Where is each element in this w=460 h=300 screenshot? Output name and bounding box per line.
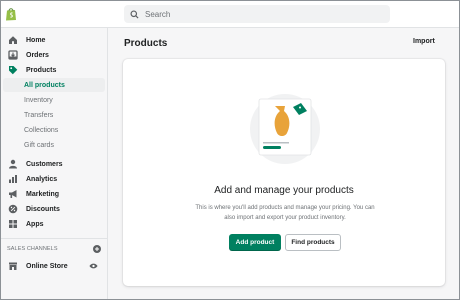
sidebar: Home Orders Products All products Invent…	[1, 28, 108, 299]
sidebar-subitem-label: All products	[24, 81, 65, 89]
add-channel-icon[interactable]	[93, 245, 101, 253]
eye-icon[interactable]	[89, 263, 98, 269]
page-title: Products	[124, 38, 168, 49]
sidebar-subitem-label: Gift cards	[24, 141, 54, 149]
sidebar-divider	[1, 238, 107, 239]
discount-icon	[8, 204, 18, 214]
store-icon	[9, 262, 17, 270]
add-product-button[interactable]: Add product	[229, 234, 281, 251]
sidebar-item-marketing[interactable]: Marketing	[3, 187, 105, 201]
shopify-bag-icon[interactable]	[5, 7, 17, 21]
sidebar-item-label: Customers	[26, 160, 63, 168]
sidebar-item-label: Apps	[26, 220, 44, 228]
sidebar-subitem-label: Inventory	[24, 96, 53, 104]
sidebar-item-label: Discounts	[26, 205, 60, 213]
sidebar-item-home[interactable]: Home	[3, 33, 105, 47]
sidebar-item-label: Home	[26, 36, 46, 44]
app-window: Home Orders Products All products Invent…	[0, 0, 460, 300]
person-icon	[9, 159, 17, 169]
search-icon	[130, 9, 139, 19]
megaphone-icon	[9, 190, 17, 198]
top-bar	[1, 1, 459, 28]
orders-icon	[8, 50, 18, 60]
sidebar-subitem-collections[interactable]: Collections	[3, 123, 105, 137]
sidebar-subitem-label: Collections	[24, 126, 59, 134]
apps-icon	[9, 220, 17, 228]
sidebar-item-analytics[interactable]: Analytics	[3, 172, 105, 186]
sidebar-item-online-store[interactable]: Online Store	[3, 259, 105, 273]
sidebar-item-discounts[interactable]: Discounts	[3, 202, 105, 216]
sidebar-item-label: Marketing	[26, 190, 60, 198]
sidebar-item-label: Orders	[26, 51, 49, 59]
sidebar-item-label: Online Store	[26, 262, 68, 270]
sidebar-item-apps[interactable]: Apps	[3, 217, 105, 231]
sidebar-subitem-all-products[interactable]: All products	[3, 78, 105, 92]
sidebar-item-orders[interactable]: Orders	[3, 48, 105, 62]
empty-state-heading: Add and manage your products	[214, 185, 354, 196]
sidebar-subitem-label: Transfers	[24, 111, 54, 119]
home-icon	[9, 36, 17, 44]
sidebar-subitem-gift-cards[interactable]: Gift cards	[3, 138, 105, 152]
search-input[interactable]	[145, 9, 375, 19]
sales-channels-header: SALES CHANNELS	[7, 244, 101, 254]
sidebar-subitem-transfers[interactable]: Transfers	[3, 108, 105, 122]
sales-channels-label: SALES CHANNELS	[7, 246, 58, 252]
sidebar-item-products[interactable]: Products	[3, 63, 105, 77]
sidebar-subitem-inventory[interactable]: Inventory	[3, 93, 105, 107]
sidebar-item-customers[interactable]: Customers	[3, 157, 105, 171]
sidebar-item-label: Analytics	[26, 175, 58, 183]
import-button[interactable]: Import	[413, 38, 435, 45]
tag-icon	[9, 66, 18, 75]
product-illustration	[250, 94, 320, 164]
bar-chart-icon	[9, 175, 17, 183]
sidebar-item-label: Products	[26, 66, 57, 74]
find-products-button[interactable]: Find products	[285, 234, 341, 251]
empty-state-description: This is where you'll add products and ma…	[195, 205, 375, 221]
search-bar[interactable]	[124, 5, 390, 23]
